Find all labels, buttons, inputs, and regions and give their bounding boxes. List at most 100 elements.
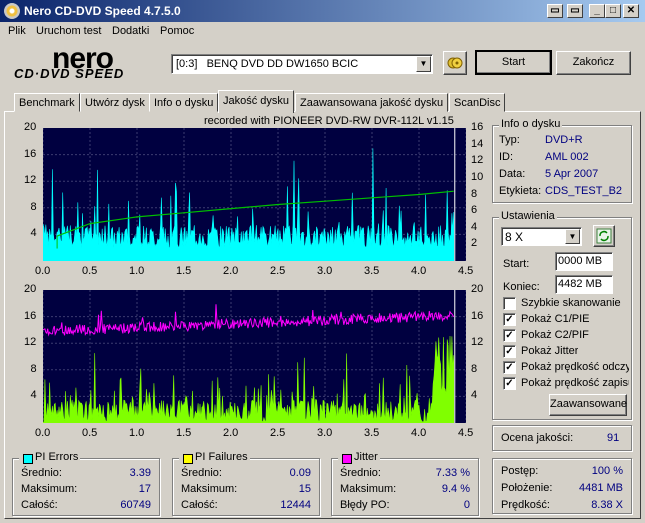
pi-errors-max-value: 17 [138, 483, 151, 495]
menu-help[interactable]: Pomoc [160, 25, 194, 37]
x-tick-label: 3.5 [364, 265, 380, 277]
end-label: Koniec: [503, 281, 540, 293]
refresh-speed-button[interactable] [593, 225, 615, 247]
advanced-button[interactable]: Zaawansowane [549, 394, 627, 416]
pi-failures-max-label: Maksimum: [181, 483, 238, 495]
x-tick-label: 3.0 [317, 265, 333, 277]
y-right-tick-label: 2 [471, 237, 478, 250]
close-button[interactable]: ✕ [623, 4, 639, 18]
jitter-max-label: Maksimum: [340, 483, 397, 495]
y-right-tick-label: 20 [471, 283, 484, 295]
x-tick-label: 4.0 [411, 427, 427, 439]
disc-type-value: DVD+R [545, 134, 583, 146]
pi-errors-max-label: Maksimum: [21, 483, 78, 495]
chevron-down-icon[interactable]: ▼ [416, 56, 431, 72]
x-tick-label: 2.5 [270, 265, 286, 277]
disc-label-value: CDS_TEST_B2 [545, 185, 623, 197]
checkbox-label-4: Pokaż prędkość odczytu [521, 361, 629, 373]
pi-failures-group: PI Failures Średnio: 0.09 Maksimum: 15 C… [172, 451, 320, 516]
settings-group: Ustawienia 8 X ▼ Start: 0000 MB Koniec: … [492, 210, 632, 420]
end-input-value: 4482 MB [558, 278, 603, 290]
position-label: Położenie: [501, 482, 553, 494]
pi-failures-total-value: 12444 [280, 499, 311, 511]
tab-scandisc[interactable]: ScanDisc [449, 93, 506, 112]
y-right-tick-label: 16 [471, 121, 484, 133]
checkbox-4[interactable]: ✓ [503, 361, 516, 374]
chart-header: recorded with PIONEER DVD-RW DVR-112L v1… [204, 115, 454, 127]
speed-select[interactable]: 8 X ▼ [501, 227, 582, 246]
menu-extras[interactable]: Dodatki [112, 25, 149, 37]
x-tick-label: 0.5 [82, 265, 98, 277]
pi-failures-swatch [183, 454, 193, 464]
y-left-tick-label: 4 [30, 389, 37, 402]
tab-advanced-quality[interactable]: Zaawansowana jakość dysku [295, 93, 449, 112]
x-tick-label: 3.0 [317, 427, 333, 439]
checkbox-2[interactable]: ✓ [503, 329, 516, 342]
tab-benchmark[interactable]: Benchmark [14, 93, 80, 112]
minimize-button[interactable]: _ [589, 4, 605, 18]
checkbox-5[interactable]: ✓ [503, 377, 516, 390]
start-input[interactable]: 0000 MB [555, 252, 613, 271]
help-icon[interactable]: ▭ [547, 4, 563, 18]
tab-disc-info[interactable]: Info o dysku [149, 93, 219, 112]
menu-run-test[interactable]: Uruchom test [36, 25, 101, 37]
pi-errors-chart [43, 128, 466, 261]
x-tick-label: 4.5 [458, 265, 474, 277]
tab-disc-quality[interactable]: Jakość dysku [218, 90, 295, 113]
quality-score-label: Ocena jakości: [501, 432, 574, 444]
x-tick-label: 2.5 [270, 427, 286, 439]
y-left-tick-label: 12 [24, 336, 37, 349]
disc-type-label: Typ: [499, 134, 520, 146]
y-left-tick-label: 8 [30, 362, 37, 375]
y-right-tick-label: 6 [471, 204, 478, 217]
checkbox-3[interactable]: ✓ [503, 345, 516, 358]
x-tick-label: 2.0 [223, 427, 239, 439]
pi-failures-avg-value: 0.09 [289, 467, 311, 479]
x-tick-label: 0.5 [82, 427, 98, 439]
pi-errors-total-label: Całość: [21, 499, 58, 511]
chevron-down-icon[interactable]: ▼ [565, 229, 580, 244]
pi-failures-jitter-chart [43, 290, 466, 423]
y-right-tick-label: 8 [471, 362, 478, 375]
drive-icon [447, 57, 463, 69]
y-left-tick-label: 4 [30, 227, 37, 240]
x-tick-label: 1.0 [129, 427, 145, 439]
pi-errors-total-value: 60749 [120, 499, 151, 511]
jitter-max-value: 9.4 % [441, 483, 470, 495]
x-tick-label: 4.5 [458, 427, 474, 439]
maximize-button[interactable]: □ [605, 4, 621, 18]
pi-errors-swatch [23, 454, 33, 464]
checkbox-0[interactable] [503, 297, 516, 310]
cd-dvd-speed-logo: CD·DVD SPEED [14, 66, 125, 81]
disc-date-value: 5 Apr 2007 [545, 168, 599, 180]
position-value: 4481 MB [578, 482, 623, 494]
x-tick-label: 0.0 [35, 265, 51, 277]
pi-failures-avg-label: Średnio: [181, 467, 222, 479]
title-bar: Nero CD-DVD Speed 4.7.5.0 ▭ ▭ _ □ ✕ [0, 0, 645, 22]
checkbox-1[interactable]: ✓ [503, 313, 516, 326]
refresh-drive-button[interactable] [443, 51, 467, 75]
end-input[interactable]: 4482 MB [555, 275, 613, 294]
system-icon[interactable]: ▭ [567, 4, 583, 18]
checkbox-label-1: Pokaż C1/PIE [521, 313, 590, 325]
disc-info-group: Info o dysku Typ: DVD+R ID: AML 002 Data… [492, 118, 632, 203]
drive-select-value: [0:3] BENQ DVD DD DW1650 BCIC [176, 58, 359, 70]
y-right-tick-label: 10 [471, 170, 484, 183]
start-button[interactable]: Start [475, 50, 552, 75]
disc-info-title: Info o dysku [499, 118, 563, 130]
jitter-swatch [342, 454, 352, 464]
menu-file[interactable]: Plik [8, 25, 26, 37]
speed-select-value: 8 X [505, 230, 524, 244]
disc-id-label: ID: [499, 151, 514, 163]
disc-date-label: Data: [499, 168, 526, 180]
checkbox-label-3: Pokaż Jitter [521, 345, 579, 357]
jitter-avg-value: 7.33 % [435, 467, 470, 479]
drive-select[interactable]: [0:3] BENQ DVD DD DW1650 BCIC ▼ [171, 54, 433, 74]
checkbox-label-5: Pokaż prędkość zapisu [521, 377, 629, 389]
exit-button[interactable]: Zakończ [556, 51, 631, 75]
y-right-tick-label: 4 [471, 389, 478, 402]
tab-create-disc[interactable]: Utwórz dysk [80, 93, 150, 112]
quality-score-value: 91 [607, 432, 620, 444]
disc-id-value: AML 002 [545, 151, 589, 163]
jitter-avg-label: Średnio: [340, 467, 381, 479]
